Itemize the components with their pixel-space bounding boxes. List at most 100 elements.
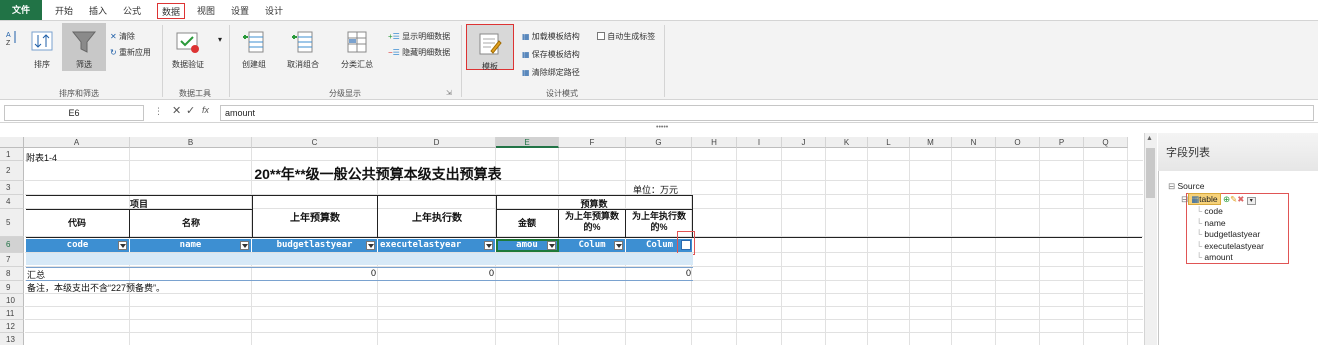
header-code[interactable]: 代码: [26, 216, 128, 229]
name-box[interactable]: E6: [4, 105, 144, 121]
subtotal-button[interactable]: 分类汇总: [336, 23, 378, 70]
column-header-i[interactable]: I: [737, 137, 782, 148]
field-list-item[interactable]: └ budgetlastyear: [1196, 229, 1260, 239]
column-header-h[interactable]: H: [692, 137, 737, 148]
field-cell-code[interactable]: code: [26, 239, 130, 252]
filter-button[interactable]: 筛选: [62, 23, 106, 71]
hide-detail-button[interactable]: −☰ 隐藏明细数据: [388, 47, 450, 58]
column-header-g[interactable]: G: [626, 137, 692, 148]
dropdown-arrow-icon[interactable]: [547, 241, 556, 250]
tab-file[interactable]: 文件: [0, 0, 42, 20]
column-header-c[interactable]: C: [252, 137, 378, 148]
table-menu-icon[interactable]: [681, 240, 691, 250]
row-header-7[interactable]: 7: [0, 253, 24, 267]
template-button[interactable]: 模板: [466, 24, 514, 71]
row-header-13[interactable]: 13: [0, 333, 24, 345]
row-header-4[interactable]: 4: [0, 195, 24, 209]
field-cell-executelastyear[interactable]: executelastyear: [378, 239, 496, 252]
row-header-12[interactable]: 12: [0, 320, 24, 333]
column-header-n[interactable]: N: [952, 137, 996, 148]
ungroup-button[interactable]: 取消组合: [282, 23, 324, 70]
row-header-9[interactable]: 9: [0, 281, 24, 294]
field-cell-name[interactable]: name: [130, 239, 252, 252]
sort-button[interactable]: 排序: [28, 23, 56, 70]
clear-bind-path-button[interactable]: ▦ 清除绑定路径: [522, 67, 580, 78]
validation-dropdown-arrow-icon[interactable]: ▾: [218, 35, 222, 44]
row-header-11[interactable]: 11: [0, 307, 24, 320]
cell-a1[interactable]: 附表1-4: [26, 151, 57, 164]
row-header-3[interactable]: 3: [0, 181, 24, 195]
formula-input[interactable]: amount: [220, 105, 1314, 121]
dropdown-arrow-icon[interactable]: [484, 241, 493, 250]
scroll-up-icon[interactable]: ▲: [1146, 135, 1153, 142]
field-list-item[interactable]: └ code: [1196, 206, 1223, 216]
column-header-a[interactable]: A: [24, 137, 130, 148]
header-last-exec[interactable]: 上年执行数: [378, 209, 496, 224]
formula-expand-handle[interactable]: •••••: [656, 124, 668, 131]
header-pct-exec[interactable]: 为上年执行数的%: [626, 211, 692, 233]
table-node[interactable]: ⊟ ▦table ⊕✎✖ ▾: [1181, 193, 1256, 205]
total-label[interactable]: 汇总: [27, 268, 45, 281]
tab-home[interactable]: 开始: [52, 3, 76, 19]
column-header-p[interactable]: P: [1040, 137, 1084, 148]
show-detail-button[interactable]: +☰ 显示明细数据: [388, 31, 450, 42]
row-header-10[interactable]: 10: [0, 294, 24, 307]
tab-settings[interactable]: 设置: [228, 3, 252, 19]
table-dropdown-icon[interactable]: ▾: [1246, 197, 1256, 205]
dropdown-arrow-icon[interactable]: [240, 241, 249, 250]
header-name[interactable]: 名称: [130, 216, 252, 229]
row-header-1[interactable]: 1: [0, 148, 24, 161]
field-list-item[interactable]: └ amount: [1196, 252, 1233, 262]
field-cell-pct-budget[interactable]: Colum: [559, 239, 626, 252]
row-header-2[interactable]: 2: [0, 161, 24, 181]
total-budget-last-year[interactable]: 0: [252, 268, 376, 278]
cancel-entry-icon[interactable]: ✕: [172, 104, 181, 117]
load-template-button[interactable]: ▦ 加载模板结构: [522, 31, 580, 42]
column-header-k[interactable]: K: [826, 137, 868, 148]
note-cell[interactable]: 备注，本级支出不含“227预备费”。: [27, 281, 165, 294]
dropdown-arrow-icon[interactable]: [366, 241, 375, 250]
column-header-d[interactable]: D: [378, 137, 496, 148]
remove-field-icon[interactable]: ✖: [1237, 194, 1244, 204]
field-list-item[interactable]: └ name: [1196, 218, 1226, 228]
dialog-launcher-icon[interactable]: ⇲: [446, 89, 452, 97]
tab-insert[interactable]: 插入: [86, 3, 110, 19]
dropdown-arrow-icon[interactable]: [118, 241, 127, 250]
data-validation-button[interactable]: 数据验证: [166, 23, 210, 70]
auto-label-checkbox[interactable]: 自动生成标签: [597, 31, 655, 42]
tab-data[interactable]: 数据: [157, 3, 185, 19]
row-header-6[interactable]: 6: [0, 237, 24, 253]
insert-function-icon[interactable]: fx: [202, 105, 209, 115]
dropdown-arrow-icon[interactable]: [614, 241, 623, 250]
tab-view[interactable]: 视图: [194, 3, 218, 19]
header-pct-budget[interactable]: 为上年预算数的%: [560, 211, 624, 233]
field-cell-budgetlastyear[interactable]: budgetlastyear: [252, 239, 378, 252]
tab-design[interactable]: 设计: [262, 3, 286, 19]
column-header-m[interactable]: M: [910, 137, 952, 148]
confirm-entry-icon[interactable]: ✓: [186, 104, 195, 117]
reapply-button[interactable]: ↻ 重新应用: [110, 47, 151, 58]
header-amount[interactable]: 金额: [496, 216, 558, 229]
column-header-b[interactable]: B: [130, 137, 252, 148]
source-node[interactable]: ⊟ Source: [1168, 181, 1204, 192]
field-list-item[interactable]: └ executelastyear: [1196, 241, 1264, 251]
sheet-title[interactable]: 20**年**级一般公共预算本级支出预算表: [130, 164, 626, 184]
tab-formulas[interactable]: 公式: [120, 3, 144, 19]
sort-az-icon[interactable]: AZ: [6, 29, 18, 51]
column-header-f[interactable]: F: [559, 137, 626, 148]
scrollbar-thumb[interactable]: [1146, 148, 1155, 198]
header-last-budget[interactable]: 上年预算数: [252, 209, 378, 224]
column-header-o[interactable]: O: [996, 137, 1040, 148]
select-all-corner[interactable]: [0, 137, 24, 148]
clear-button[interactable]: ✕ 清除: [110, 31, 135, 42]
save-template-button[interactable]: ▦ 保存模板结构: [522, 49, 580, 60]
column-header-l[interactable]: L: [868, 137, 910, 148]
column-header-j[interactable]: J: [782, 137, 826, 148]
field-cell-amount[interactable]: amou: [496, 239, 559, 252]
row-header-5[interactable]: 5: [0, 209, 24, 237]
total-exec-last-year[interactable]: 0: [378, 268, 494, 278]
collapse-icon[interactable]: ⊟: [1168, 181, 1175, 191]
column-header-q[interactable]: Q: [1084, 137, 1128, 148]
total-pct-exec[interactable]: 0: [626, 268, 691, 278]
column-header-e[interactable]: E: [496, 137, 559, 148]
